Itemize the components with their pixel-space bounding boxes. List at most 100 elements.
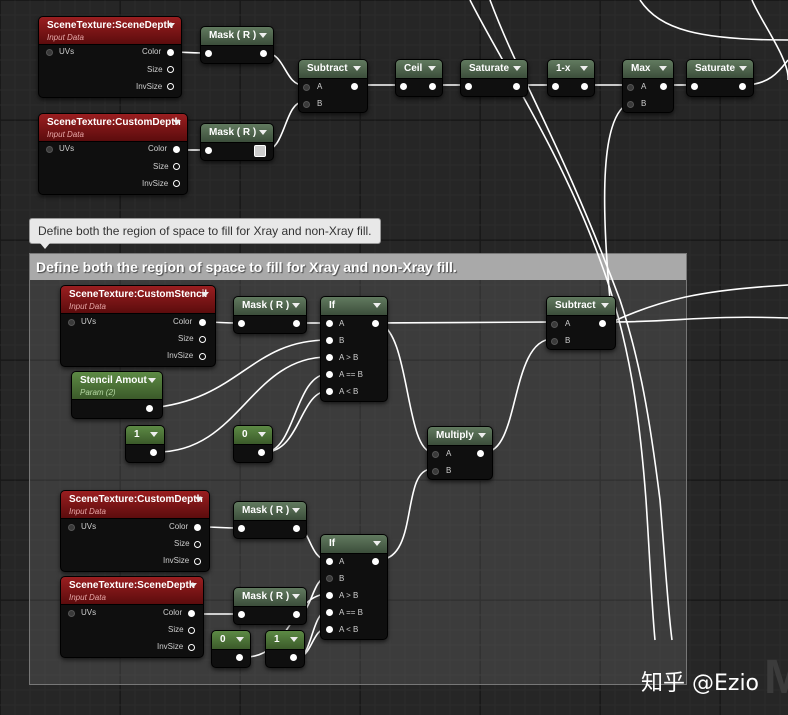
input-pin[interactable] [551, 321, 558, 328]
input-pin[interactable] [552, 83, 559, 90]
node-header[interactable]: Saturate [687, 60, 753, 79]
output-pin[interactable] [739, 83, 746, 90]
node-constant-0b[interactable]: 0 [211, 630, 251, 668]
input-pin[interactable] [627, 84, 634, 91]
output-pin[interactable] [194, 541, 201, 548]
input-pin[interactable] [238, 320, 245, 327]
input-pin[interactable] [326, 320, 333, 327]
input-pin[interactable] [465, 83, 472, 90]
output-pin[interactable] [513, 83, 520, 90]
output-pin[interactable] [372, 320, 379, 327]
node-header[interactable]: Max [623, 60, 673, 79]
node-subtract-top[interactable]: Subtract A B [298, 59, 368, 113]
input-pin[interactable] [432, 451, 439, 458]
node-if-2[interactable]: If A B A > B A == B A < B [320, 534, 388, 640]
input-pin[interactable] [326, 575, 333, 582]
node-subtract-bottom[interactable]: Subtract A B [546, 296, 616, 350]
chevron-down-icon[interactable] [236, 637, 244, 642]
input-pin[interactable] [303, 101, 310, 108]
node-header[interactable]: 1-x [548, 60, 594, 79]
input-pin[interactable] [326, 388, 333, 395]
chevron-down-icon[interactable] [292, 303, 300, 308]
node-header[interactable]: SceneTexture:CustomDepth Input Data [61, 491, 209, 519]
output-pin[interactable] [194, 558, 201, 565]
node-header[interactable]: SceneTexture:CustomDepth Input Data [39, 114, 187, 142]
chevron-down-icon[interactable] [580, 66, 588, 71]
input-pin[interactable] [326, 609, 333, 616]
chevron-down-icon[interactable] [292, 594, 300, 599]
output-pin[interactable] [167, 83, 174, 90]
node-mask-r-3[interactable]: Mask ( R ) [233, 296, 307, 334]
input-pin[interactable] [326, 371, 333, 378]
output-pin[interactable] [260, 50, 267, 57]
node-mask-r-4[interactable]: Mask ( R ) [233, 501, 307, 539]
output-pin-selected[interactable] [254, 145, 266, 157]
node-header[interactable]: Ceil [396, 60, 442, 79]
chevron-down-icon[interactable] [189, 583, 197, 588]
node-one-minus-x[interactable]: 1-x [547, 59, 595, 97]
input-pin[interactable] [303, 84, 310, 91]
output-pin[interactable] [351, 83, 358, 90]
node-scene-depth-bottom[interactable]: SceneTexture:SceneDepth Input Data UVs C… [60, 576, 204, 658]
input-pin[interactable] [326, 558, 333, 565]
input-pin[interactable] [326, 626, 333, 633]
output-pin[interactable] [429, 83, 436, 90]
chevron-down-icon[interactable] [173, 120, 181, 125]
chevron-down-icon[interactable] [373, 541, 381, 546]
node-header[interactable]: Stencil Amout Param (2) [72, 372, 162, 400]
output-pin[interactable] [236, 654, 243, 661]
node-header[interactable]: If [321, 297, 387, 316]
chevron-down-icon[interactable] [292, 508, 300, 513]
output-pin[interactable] [173, 180, 180, 187]
node-ceil[interactable]: Ceil [395, 59, 443, 97]
output-pin[interactable] [188, 610, 195, 617]
node-header[interactable]: 0 [212, 631, 250, 650]
node-stencil-amount[interactable]: Stencil Amout Param (2) [71, 371, 163, 419]
output-pin[interactable] [188, 627, 195, 634]
chevron-down-icon[interactable] [201, 292, 209, 297]
node-header[interactable]: 1 [266, 631, 304, 650]
input-pin[interactable] [238, 611, 245, 618]
chevron-down-icon[interactable] [290, 637, 298, 642]
node-constant-1b[interactable]: 1 [265, 630, 305, 668]
chevron-down-icon[interactable] [428, 66, 436, 71]
output-pin[interactable] [167, 66, 174, 73]
chevron-down-icon[interactable] [601, 303, 609, 308]
input-pin[interactable] [691, 83, 698, 90]
output-pin[interactable] [173, 163, 180, 170]
node-header[interactable]: Mask ( R ) [234, 502, 306, 521]
node-header[interactable]: If [321, 535, 387, 554]
input-pin[interactable] [205, 147, 212, 154]
output-pin[interactable] [194, 524, 201, 531]
node-header[interactable]: Mask ( R ) [201, 124, 273, 143]
node-if-1[interactable]: If A B A > B A == B A < B [320, 296, 388, 402]
output-pin[interactable] [477, 450, 484, 457]
input-pin[interactable] [400, 83, 407, 90]
output-pin[interactable] [293, 525, 300, 532]
output-pin[interactable] [199, 319, 206, 326]
node-scene-depth-top[interactable]: SceneTexture:SceneDepth Input Data UVs C… [38, 16, 182, 98]
input-pin[interactable] [432, 468, 439, 475]
output-pin[interactable] [293, 611, 300, 618]
chevron-down-icon[interactable] [259, 33, 267, 38]
output-pin[interactable] [290, 654, 297, 661]
node-multiply[interactable]: Multiply A B [427, 426, 493, 480]
chevron-down-icon[interactable] [659, 66, 667, 71]
input-pin[interactable] [326, 592, 333, 599]
node-header[interactable]: SceneTexture:SceneDepth Input Data [39, 17, 181, 45]
node-header[interactable]: Saturate [461, 60, 527, 79]
chevron-down-icon[interactable] [373, 303, 381, 308]
chevron-down-icon[interactable] [150, 432, 158, 437]
output-pin[interactable] [258, 449, 265, 456]
chevron-down-icon[interactable] [739, 66, 747, 71]
chevron-down-icon[interactable] [259, 130, 267, 135]
node-custom-depth-bottom[interactable]: SceneTexture:CustomDepth Input Data UVs … [60, 490, 210, 572]
node-header[interactable]: Multiply [428, 427, 492, 446]
output-pin[interactable] [188, 644, 195, 651]
chevron-down-icon[interactable] [353, 66, 361, 71]
chevron-down-icon[interactable] [148, 378, 156, 383]
node-header[interactable]: Mask ( R ) [234, 297, 306, 316]
output-pin[interactable] [167, 49, 174, 56]
node-custom-depth-top[interactable]: SceneTexture:CustomDepth Input Data UVs … [38, 113, 188, 195]
output-pin[interactable] [150, 449, 157, 456]
